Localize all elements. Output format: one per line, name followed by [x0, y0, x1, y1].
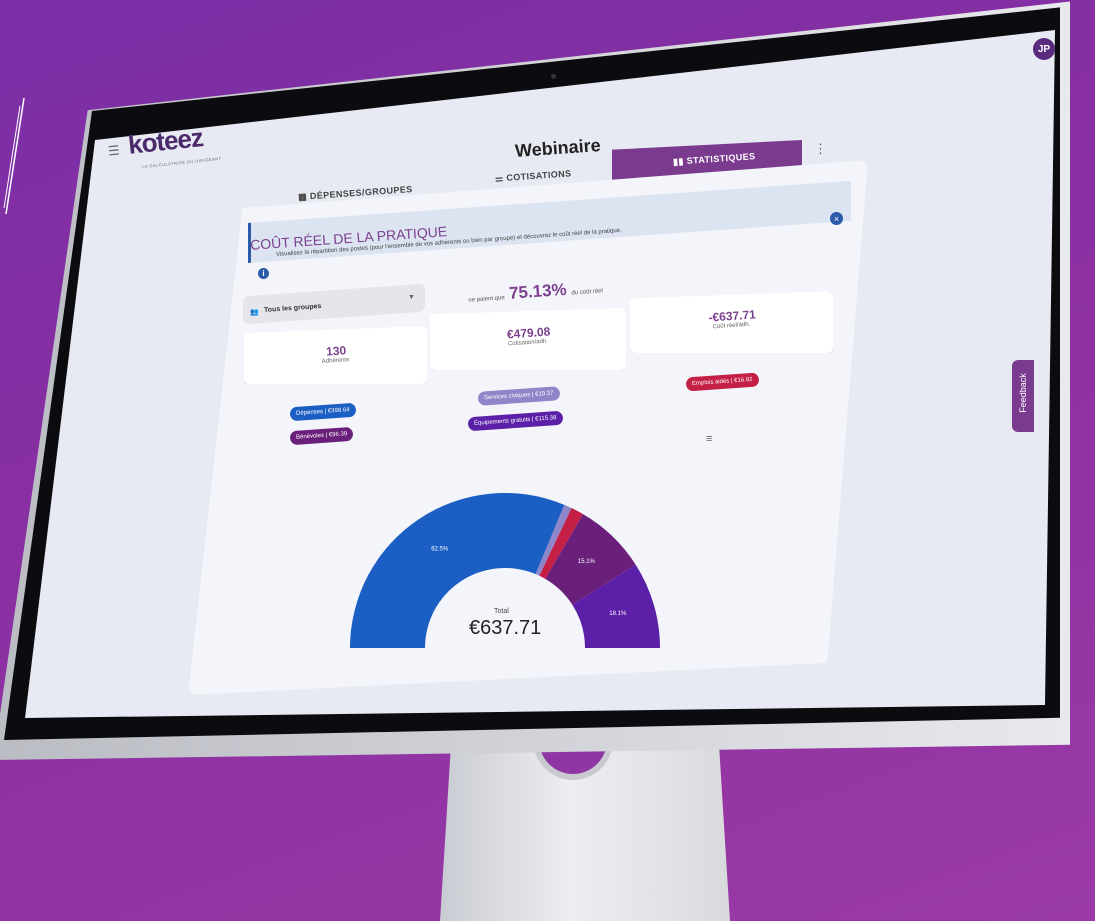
- decorative-stroke: [3, 97, 25, 215]
- feedback-label[interactable]: Feedback: [1018, 373, 1028, 413]
- chart-menu-icon[interactable]: ≡: [706, 433, 712, 445]
- more-options-icon[interactable]: ⋮: [814, 141, 827, 157]
- camera-dot: [551, 74, 556, 79]
- close-icon[interactable]: ×: [830, 212, 843, 225]
- avatar[interactable]: JP: [1033, 38, 1055, 60]
- group-icon: 👥: [250, 309, 259, 316]
- donut-slice-label-0: 62.5%: [431, 546, 449, 552]
- stat-cotisation: €479.08 Cotisation/adh.: [430, 308, 626, 370]
- bar-chart-icon: ▮▮: [672, 155, 687, 167]
- stat-cout-reel: -€637.71 Coût réel/adh.: [630, 291, 833, 353]
- donut-slice-label-3: 15.1%: [578, 559, 596, 565]
- donut-slice-label-4: 18.1%: [609, 611, 627, 617]
- stat-adherents: 130 Adhérents: [244, 326, 427, 384]
- chevron-down-icon[interactable]: ▼: [408, 294, 415, 301]
- payment-suffix: du coût réel: [571, 288, 604, 297]
- menu-icon[interactable]: ☰: [107, 142, 120, 159]
- payment-percent: 75.13%: [508, 279, 568, 303]
- chart-total-value: €637.71: [469, 617, 542, 639]
- calculator-icon: ▦: [297, 191, 311, 202]
- chart-total-label: Total: [494, 608, 509, 615]
- payment-prefix: ne paient que: [468, 295, 505, 304]
- info-icon: i: [258, 268, 269, 279]
